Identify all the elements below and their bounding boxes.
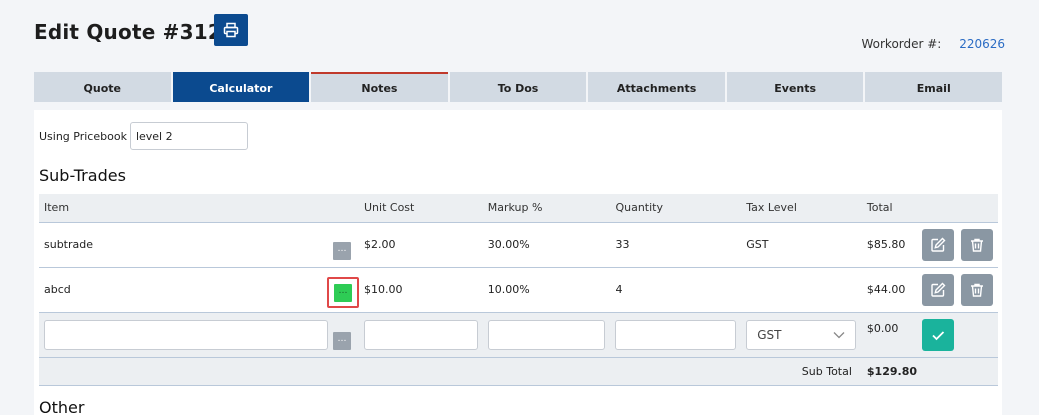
edit-icon xyxy=(931,237,946,252)
col-total: Total xyxy=(861,194,918,223)
other-heading: Other xyxy=(39,398,85,415)
workorder-label: Workorder #: xyxy=(861,37,942,51)
row-total: $44.00 xyxy=(861,267,918,313)
tab-email[interactable]: Email xyxy=(865,72,1003,102)
row-item: subtrade xyxy=(44,238,94,251)
row-markup: 10.00% xyxy=(482,267,611,313)
table-row: subtrade … $2.00 30.00% 33 GST $85.80 xyxy=(39,222,998,268)
row-unit-cost: $2.00 xyxy=(359,222,483,268)
table-header: Item Unit Cost Markup % Quantity Tax Lev… xyxy=(39,194,998,223)
delete-button[interactable] xyxy=(960,273,993,306)
row-item: abcd xyxy=(44,283,71,296)
workorder-link[interactable]: 220626 xyxy=(959,37,1005,51)
more-options-button[interactable]: … xyxy=(333,331,351,350)
new-item-cell: … xyxy=(39,312,359,358)
tax-level-value: GST xyxy=(757,327,782,342)
more-options-button[interactable]: … xyxy=(333,241,351,260)
new-markup-cell xyxy=(482,312,611,358)
new-item-input[interactable] xyxy=(44,319,328,350)
row-markup: 30.00% xyxy=(482,222,611,268)
tab-attachments[interactable]: Attachments xyxy=(588,72,725,102)
pricebook-row: Using Pricebook xyxy=(39,122,248,150)
col-actions xyxy=(917,194,998,223)
row-tax: GST xyxy=(741,222,862,268)
chevron-down-icon xyxy=(833,331,845,338)
new-unit-cost-input[interactable] xyxy=(364,319,478,350)
tax-level-select[interactable]: GST xyxy=(746,319,857,350)
tab-quote[interactable]: Quote xyxy=(34,72,171,102)
pricebook-label: Using Pricebook xyxy=(39,129,127,143)
print-button[interactable] xyxy=(214,14,248,46)
subtotal-row: Sub Total $129.80 xyxy=(39,357,998,386)
subtotal-value: $129.80 xyxy=(861,357,918,386)
row-quantity: 33 xyxy=(610,222,742,268)
row-total: $85.80 xyxy=(861,222,918,268)
tab-events[interactable]: Events xyxy=(726,72,864,102)
calculator-panel: Using Pricebook Sub-Trades Item Unit Cos… xyxy=(34,110,1002,415)
row-actions xyxy=(917,267,998,313)
col-unit-cost: Unit Cost xyxy=(359,194,483,223)
edit-button[interactable] xyxy=(922,273,955,306)
ellipsis-icon: … xyxy=(337,243,347,254)
ellipsis-icon: … xyxy=(337,333,347,344)
workorder-info: Workorder #: 220626 xyxy=(861,37,1005,51)
table-row: abcd … $10.00 10.00% 4 $44.00 xyxy=(39,267,998,313)
confirm-button[interactable] xyxy=(922,318,955,351)
row-quantity: 4 xyxy=(610,267,742,313)
row-item-cell: subtrade … xyxy=(39,222,359,268)
new-quantity-input[interactable] xyxy=(615,319,737,350)
col-quantity: Quantity xyxy=(610,194,742,223)
new-tax-cell: GST xyxy=(741,312,862,358)
subtrades-heading: Sub-Trades xyxy=(39,166,126,185)
new-item-row: … GST $0.00 xyxy=(39,312,998,358)
col-tax-level: Tax Level xyxy=(741,194,862,223)
new-quantity-cell xyxy=(610,312,742,358)
page-title: Edit Quote #3120 xyxy=(34,20,237,44)
more-options-button[interactable]: … xyxy=(334,284,352,302)
row-actions xyxy=(917,222,998,268)
new-actions xyxy=(917,312,998,358)
subtotal-label: Sub Total xyxy=(39,357,862,386)
col-markup: Markup % xyxy=(482,194,611,223)
tab-notes[interactable]: Notes xyxy=(311,72,448,102)
print-icon xyxy=(223,22,239,38)
row-tax xyxy=(741,267,862,313)
row-unit-cost: $10.00 xyxy=(359,267,483,313)
edit-icon xyxy=(931,282,946,297)
col-item: Item xyxy=(39,194,359,223)
trash-icon xyxy=(970,283,983,297)
edit-button[interactable] xyxy=(922,228,955,261)
new-total: $0.00 xyxy=(861,312,918,358)
trash-icon xyxy=(970,238,983,252)
row-item-cell: abcd … xyxy=(39,267,359,313)
check-icon xyxy=(932,330,945,340)
delete-button[interactable] xyxy=(960,228,993,261)
highlighted-more-button[interactable]: … xyxy=(327,277,359,308)
ellipsis-icon: … xyxy=(338,286,348,296)
tab-bar: Quote Calculator Notes To Dos Attachment… xyxy=(34,72,1003,102)
pricebook-input[interactable] xyxy=(129,122,248,150)
new-markup-input[interactable] xyxy=(487,319,605,350)
tab-calculator[interactable]: Calculator xyxy=(172,72,310,102)
subtrades-table: Item Unit Cost Markup % Quantity Tax Lev… xyxy=(39,194,998,386)
tab-todos[interactable]: To Dos xyxy=(449,72,587,102)
new-unit-cost-cell xyxy=(359,312,483,358)
